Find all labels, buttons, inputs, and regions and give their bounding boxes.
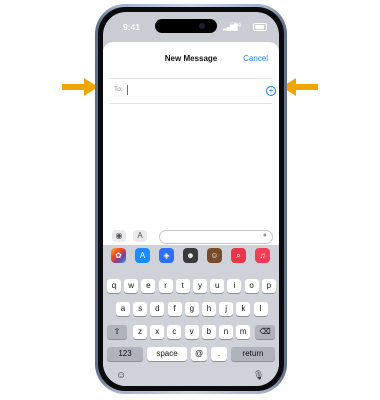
- key-m[interactable]: m: [236, 325, 251, 339]
- text-cursor: [127, 85, 128, 95]
- image-search-app-icon[interactable]: ⌕: [231, 248, 246, 263]
- to-field-row[interactable]: To: +: [110, 78, 276, 104]
- app-store-app-icon[interactable]: A: [135, 248, 150, 263]
- status-bar: 9:41 ▂▄▆█ 5Gé: [103, 12, 279, 42]
- emoji-icon[interactable]: ☺: [116, 370, 126, 381]
- key-o[interactable]: o: [244, 279, 259, 293]
- key-t[interactable]: t: [175, 279, 190, 293]
- memoji-app-icon[interactable]: ☻: [183, 248, 198, 263]
- audio-message-app-icon[interactable]: ◈: [159, 248, 174, 263]
- annotation-arrow-right: [282, 78, 318, 96]
- key-n[interactable]: n: [219, 325, 233, 339]
- status-time: 9:41: [123, 22, 141, 32]
- key-i[interactable]: i: [227, 279, 242, 293]
- at-key[interactable]: @: [191, 347, 207, 361]
- key-a[interactable]: a: [116, 302, 130, 316]
- annotation-arrow-left: [62, 78, 98, 96]
- battery-icon: [253, 23, 267, 31]
- key-g[interactable]: g: [184, 302, 199, 316]
- add-contact-icon[interactable]: +: [266, 86, 276, 96]
- screen: 9:41 ▂▄▆█ 5Gé New Message Cancel To: + ◉…: [103, 12, 279, 386]
- return-key[interactable]: return: [231, 347, 275, 361]
- camera-icon[interactable]: ◉: [112, 230, 126, 242]
- key-l[interactable]: l: [253, 302, 268, 316]
- app-drawer: ✿ A ◈ ☻ ☺ ⌕ ♫: [103, 245, 279, 265]
- key-r[interactable]: r: [158, 279, 173, 293]
- key-p[interactable]: p: [261, 279, 276, 293]
- key-y[interactable]: y: [193, 279, 207, 293]
- key-d[interactable]: d: [150, 302, 165, 316]
- message-input[interactable]: ●: [159, 230, 273, 244]
- photos-app-icon[interactable]: ✿: [111, 248, 126, 263]
- numbers-key[interactable]: 123: [107, 347, 143, 361]
- shift-key[interactable]: ⇧: [107, 325, 127, 339]
- phone-frame: 9:41 ▂▄▆█ 5Gé New Message Cancel To: + ◉…: [95, 4, 287, 394]
- music-app-icon[interactable]: ♫: [255, 248, 270, 263]
- network-label: 5Gé: [230, 23, 242, 29]
- keyboard-bottom-bar: ☺ 🎙: [103, 368, 279, 386]
- key-b[interactable]: b: [201, 325, 216, 339]
- key-s[interactable]: s: [133, 302, 148, 316]
- memoji-sticker-icon[interactable]: ☺: [207, 248, 222, 263]
- key-e[interactable]: e: [141, 279, 156, 293]
- dictation-icon[interactable]: 🎙: [253, 370, 264, 381]
- key-x[interactable]: x: [150, 325, 165, 339]
- new-message-sheet: New Message Cancel To: +: [103, 42, 279, 227]
- dynamic-island: [155, 19, 217, 33]
- key-q[interactable]: q: [107, 279, 121, 293]
- period-key[interactable]: .: [211, 347, 227, 361]
- cancel-button[interactable]: Cancel: [243, 54, 268, 63]
- key-k[interactable]: k: [236, 302, 251, 316]
- key-w[interactable]: w: [124, 279, 139, 293]
- delete-key[interactable]: ⌫: [255, 325, 275, 339]
- key-f[interactable]: f: [167, 302, 182, 316]
- key-v[interactable]: v: [184, 325, 199, 339]
- space-key[interactable]: space: [147, 347, 187, 361]
- key-u[interactable]: u: [210, 279, 225, 293]
- key-z[interactable]: z: [133, 325, 147, 339]
- key-j[interactable]: j: [219, 302, 234, 316]
- app-store-icon[interactable]: A: [133, 230, 147, 242]
- mic-icon[interactable]: ●: [263, 232, 267, 239]
- key-c[interactable]: c: [167, 325, 182, 339]
- key-h[interactable]: h: [202, 302, 216, 316]
- to-label: To:: [114, 86, 123, 93]
- compose-bar: ◉ A ●: [103, 227, 279, 245]
